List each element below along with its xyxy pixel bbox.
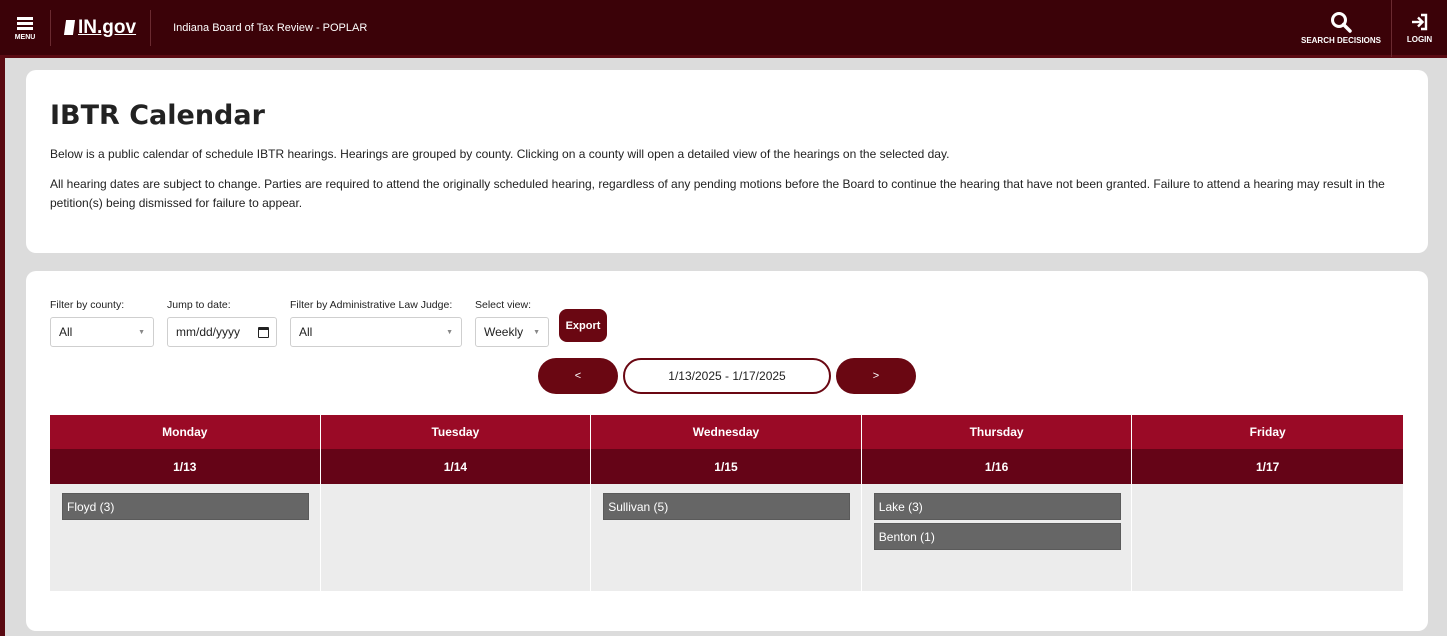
date-header-friday: 1/17 <box>1132 449 1403 484</box>
judge-select-value: All <box>299 325 313 339</box>
calendar-card: Filter by county: All ▼ Jump to date: mm… <box>26 271 1428 631</box>
day-header-tuesday: Tuesday <box>320 415 592 449</box>
county-hearing-event[interactable]: Lake (3) <box>873 493 1121 520</box>
next-week-button[interactable]: > <box>836 358 916 394</box>
chevron-down-icon: ▼ <box>446 329 453 336</box>
disclaimer-paragraph: All hearing dates are subject to change.… <box>50 177 1385 210</box>
county-hearing-event[interactable]: Benton (1) <box>873 523 1121 550</box>
login-icon <box>1411 13 1427 30</box>
date-input-placeholder: mm/dd/yyyy <box>176 325 241 339</box>
day-cell-wednesday: Sullivan (5) <box>591 484 862 591</box>
day-header-friday: Friday <box>1132 415 1403 449</box>
intro-card: IBTR Calendar Below is a public calendar… <box>26 70 1428 253</box>
calendar-icon[interactable] <box>258 327 269 338</box>
day-cell-tuesday <box>320 484 592 591</box>
chevron-down-icon: ▼ <box>533 329 540 336</box>
view-select-label: Select view: <box>475 299 532 311</box>
hamburger-icon <box>17 15 33 32</box>
date-header-monday: 1/13 <box>50 449 321 484</box>
judge-select[interactable]: All ▼ <box>290 317 462 347</box>
day-header-monday: Monday <box>50 415 321 449</box>
previous-week-button[interactable]: < <box>538 358 618 394</box>
menu-label: MENU <box>14 33 36 41</box>
intro-paragraph: Below is a public calendar of schedule I… <box>50 147 950 161</box>
search-decisions-button[interactable]: SEARCH DECISIONS <box>1291 0 1391 57</box>
calendar-body-row: Floyd (3) Sullivan (5) Lake (3) Benton (… <box>50 484 1403 591</box>
view-select-group: Select view: Weekly ▼ <box>475 299 549 347</box>
login-button[interactable]: LOGIN <box>1391 0 1447 57</box>
county-select[interactable]: All ▼ <box>50 317 154 347</box>
day-cell-friday <box>1132 484 1403 591</box>
day-header-wednesday: Wednesday <box>591 415 862 449</box>
export-button[interactable]: Export <box>559 309 607 342</box>
judge-filter-group: Filter by Administrative Law Judge: All … <box>290 299 462 347</box>
view-select-value: Weekly <box>484 325 524 339</box>
day-header-thursday: Thursday <box>861 415 1133 449</box>
date-input[interactable]: mm/dd/yyyy <box>167 317 277 347</box>
site-title[interactable]: Indiana Board of Tax Review - POPLAR <box>151 22 367 34</box>
county-filter-group: Filter by county: All ▼ <box>50 299 154 347</box>
county-hearing-event[interactable]: Floyd (3) <box>62 493 309 520</box>
in-gov-logo[interactable]: IN.gov <box>50 9 152 46</box>
top-navigation-bar: MENU IN.gov Indiana Board of Tax Review … <box>0 0 1447 58</box>
view-select[interactable]: Weekly ▼ <box>475 317 549 347</box>
logo-text: IN.gov <box>78 16 137 38</box>
date-range-display[interactable]: 1/13/2025 - 1/17/2025 <box>623 358 831 394</box>
header-tools: SEARCH DECISIONS LOGIN <box>1291 0 1447 57</box>
date-header-thursday: 1/16 <box>861 449 1133 484</box>
calendar-grid: Monday Tuesday Wednesday Thursday Friday… <box>50 415 1403 591</box>
search-decisions-label: SEARCH DECISIONS <box>1300 35 1381 45</box>
page-title: IBTR Calendar <box>50 100 265 131</box>
day-cell-monday: Floyd (3) <box>50 484 321 591</box>
county-select-value: All <box>59 325 73 339</box>
day-cell-thursday: Lake (3) Benton (1) <box>861 484 1133 591</box>
date-header-wednesday: 1/15 <box>591 449 862 484</box>
chevron-down-icon: ▼ <box>138 329 145 336</box>
date-jump-label: Jump to date: <box>167 299 231 311</box>
login-label: LOGIN <box>1406 34 1433 44</box>
filter-bar: Filter by county: All ▼ Jump to date: mm… <box>50 299 562 347</box>
date-header-row: 1/13 1/14 1/15 1/16 1/17 <box>50 449 1403 484</box>
county-filter-label: Filter by county: <box>50 299 125 311</box>
indiana-state-icon <box>63 20 76 35</box>
weekday-header-row: Monday Tuesday Wednesday Thursday Friday <box>50 415 1403 449</box>
page-frame-border <box>0 58 5 636</box>
date-header-tuesday: 1/14 <box>320 449 592 484</box>
judge-filter-label: Filter by Administrative Law Judge: <box>290 299 453 311</box>
county-hearing-event[interactable]: Sullivan (5) <box>603 493 851 520</box>
menu-button[interactable]: MENU <box>0 0 50 57</box>
date-jump-group: Jump to date: mm/dd/yyyy <box>167 299 277 347</box>
search-icon <box>1331 11 1352 33</box>
